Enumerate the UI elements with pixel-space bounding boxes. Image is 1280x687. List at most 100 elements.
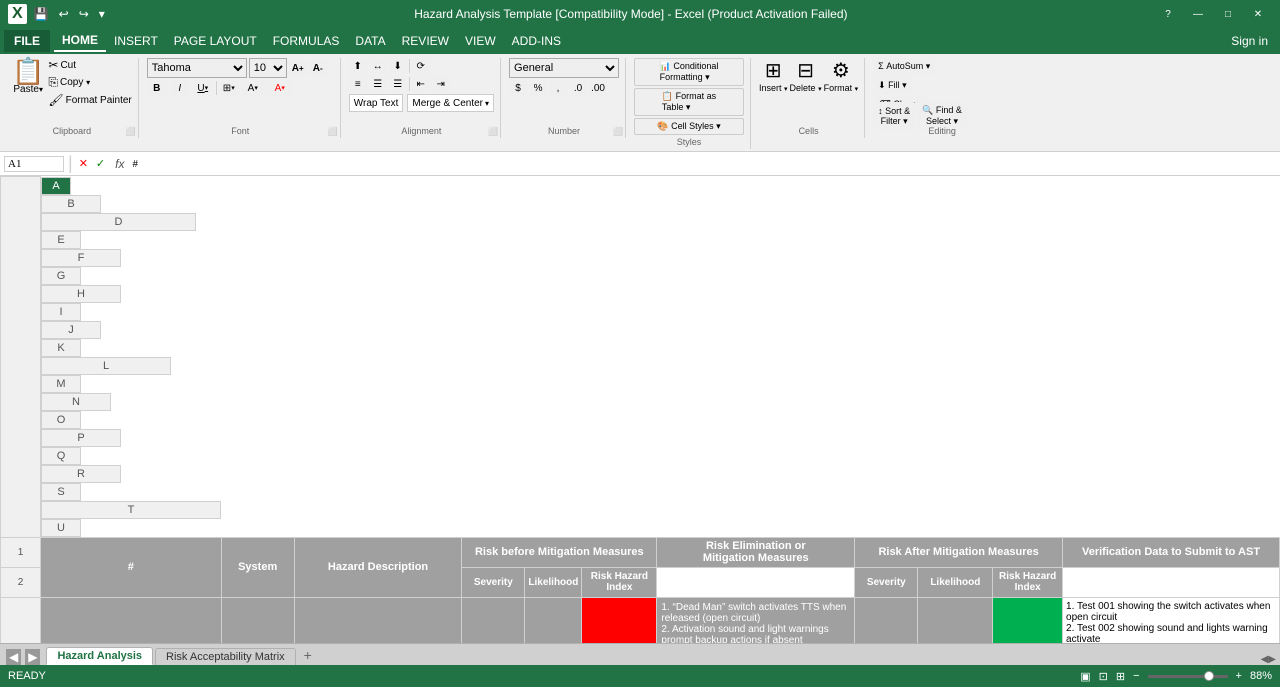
cell-n1-header[interactable]: Risk After Mitigation Measures <box>855 537 1063 567</box>
col-header-e[interactable]: E <box>41 231 81 249</box>
cell-l-example[interactable]: 1. “Dead Man” switch activates TTS when … <box>657 597 855 643</box>
conditional-formatting-btn[interactable]: 📊 ConditionalFormatting ▾ <box>634 58 744 86</box>
underline-btn[interactable]: U ▾ <box>193 80 213 96</box>
cell-j-example[interactable]: 4 <box>582 597 657 643</box>
bold-btn[interactable]: B <box>147 80 167 96</box>
home-menu-item[interactable]: HOME <box>54 30 106 52</box>
number-expand[interactable]: ⬜ <box>613 127 623 136</box>
currency-btn[interactable]: $ <box>509 80 527 96</box>
maximize-btn[interactable]: □ <box>1214 4 1242 24</box>
alignment-expand[interactable]: ⬜ <box>488 127 498 136</box>
cell-f1-header[interactable]: Risk before Mitigation Measures <box>462 537 657 567</box>
cell-l1-header[interactable]: Risk Elimination orMitigation Measures <box>657 537 855 567</box>
save-btn[interactable]: 💾 <box>31 6 52 22</box>
help-btn[interactable]: ? <box>1154 4 1182 24</box>
format-as-table-btn[interactable]: 📋 Format asTable ▾ <box>634 88 744 116</box>
formula-input[interactable] <box>132 158 1276 170</box>
col-header-i[interactable]: I <box>41 303 81 321</box>
wrap-text-btn[interactable]: Wrap Text <box>349 94 404 112</box>
col-header-q[interactable]: Q <box>41 447 81 465</box>
col-header-s[interactable]: S <box>41 483 81 501</box>
cell-a-example[interactable]: EXAMPLE <box>41 597 222 643</box>
col-header-p[interactable]: P <box>41 429 121 447</box>
border-btn[interactable]: ⊞ ▾ <box>220 80 238 96</box>
font-expand[interactable]: ⬜ <box>328 127 338 136</box>
insert-btn[interactable]: ⊞ Insert ▾ <box>759 58 788 93</box>
col-header-n[interactable]: N <box>41 393 111 411</box>
percent-btn[interactable]: % <box>529 80 547 96</box>
cell-d-example[interactable]: Failure of TTS to respond to manual trig… <box>294 597 461 643</box>
col-header-d[interactable]: D <box>41 213 196 231</box>
decrease-font-btn[interactable]: A- <box>309 60 327 76</box>
cell-a1[interactable]: # <box>41 537 222 597</box>
format-btn[interactable]: ⚙ Format ▾ <box>824 58 859 93</box>
align-right-btn[interactable]: ☰ <box>389 76 407 92</box>
cell-n2[interactable]: Severity <box>855 567 918 597</box>
cell-p-example[interactable]: EExtremely Unlikely <box>918 597 993 643</box>
row-2-header[interactable]: 2 <box>1 567 41 597</box>
col-header-h[interactable]: H <box>41 285 121 303</box>
zoom-in-btn[interactable]: + <box>1236 670 1242 682</box>
sign-in[interactable]: Sign in <box>1231 34 1276 48</box>
font-color-btn[interactable]: A ▾ <box>268 80 292 96</box>
zoom-slider[interactable] <box>1148 675 1228 678</box>
tab-nav-right[interactable]: ▶ <box>25 649 40 665</box>
zoom-out-btn[interactable]: − <box>1133 670 1139 682</box>
row-1-header[interactable]: 1 <box>1 537 41 567</box>
cell-t1-header[interactable]: Verification Data to Submit to AST <box>1063 537 1280 567</box>
cell-j2[interactable]: Risk Hazard Index <box>582 567 657 597</box>
cell-f-example[interactable]: II CatastrophicCatastrophic <box>462 597 525 643</box>
view-menu-item[interactable]: VIEW <box>457 30 504 52</box>
zoom-slider-thumb[interactable] <box>1204 671 1214 681</box>
delete-btn[interactable]: ⊟ Delete ▾ <box>790 58 822 93</box>
col-header-b[interactable]: B <box>41 195 101 213</box>
col-header-g[interactable]: G <box>41 267 81 285</box>
col-header-j[interactable]: J <box>41 321 101 339</box>
sheet-tab-hazard-analysis[interactable]: Hazard Analysis <box>46 647 153 665</box>
col-header-r[interactable]: R <box>41 465 121 483</box>
cell-n-example[interactable]: ICatastrophic <box>855 597 918 643</box>
file-menu-btn[interactable]: FILE <box>4 30 50 52</box>
customize-qa-btn[interactable]: ▾ <box>96 6 108 22</box>
cell-b1[interactable]: System <box>221 537 294 597</box>
decrease-decimal-btn[interactable]: .0 <box>569 80 587 96</box>
col-header-a[interactable]: A <box>41 177 71 195</box>
decrease-indent-btn[interactable]: ⇤ <box>412 76 430 92</box>
format-painter-btn[interactable]: 🖌Format Painter <box>48 93 131 107</box>
add-sheet-btn[interactable]: + <box>298 645 318 665</box>
align-mid-btn[interactable]: ↔ <box>369 58 387 74</box>
clipboard-expand[interactable]: ⬜ <box>126 127 136 136</box>
fill-btn[interactable]: ⬇ Fill ▾ <box>873 77 912 94</box>
cell-h2[interactable]: Likelihood <box>525 567 582 597</box>
redo-btn[interactable]: ↪ <box>76 6 92 22</box>
cut-btn[interactable]: ✂Cut <box>48 58 131 72</box>
increase-decimal-btn[interactable]: .00 <box>589 80 607 96</box>
data-menu-item[interactable]: DATA <box>347 30 393 52</box>
align-bottom-btn[interactable]: ⬇ <box>389 58 407 74</box>
col-header-u[interactable]: U <box>41 519 81 537</box>
insert-function-btn[interactable]: fx <box>111 157 128 171</box>
cancel-formula-btn[interactable]: ✕ <box>77 157 90 170</box>
cell-r2[interactable]: Risk Hazard Index <box>993 567 1063 597</box>
paste-btn[interactable]: 📋 Paste ▾ <box>12 58 44 111</box>
tab-nav-left[interactable]: ◀ <box>6 649 21 665</box>
col-header-f[interactable]: F <box>41 249 121 267</box>
review-menu-item[interactable]: REVIEW <box>394 30 457 52</box>
insert-menu-item[interactable]: INSERT <box>106 30 166 52</box>
align-left-btn[interactable]: ≡ <box>349 76 367 92</box>
close-btn[interactable]: ✕ <box>1244 4 1272 24</box>
increase-indent-btn[interactable]: ⇥ <box>432 76 450 92</box>
comma-btn[interactable]: , <box>549 80 567 96</box>
italic-btn[interactable]: I <box>170 80 190 96</box>
col-header-l[interactable]: L <box>41 357 171 375</box>
copy-btn[interactable]: ⎘Copy ▾ <box>48 75 131 90</box>
col-header-k[interactable]: K <box>41 339 81 357</box>
number-format-dropdown[interactable]: General <box>509 58 619 78</box>
cell-f2[interactable]: Severity <box>462 567 525 597</box>
font-size-selector[interactable]: 10 <box>249 58 287 78</box>
increase-font-btn[interactable]: A+ <box>289 60 307 76</box>
sheet-tab-risk-matrix[interactable]: Risk Acceptability Matrix <box>155 648 296 665</box>
cell-b-example[interactable]: Flight Safety System <box>221 597 294 643</box>
col-header-o[interactable]: O <box>41 411 81 429</box>
cell-r-example[interactable]: 12 <box>993 597 1063 643</box>
